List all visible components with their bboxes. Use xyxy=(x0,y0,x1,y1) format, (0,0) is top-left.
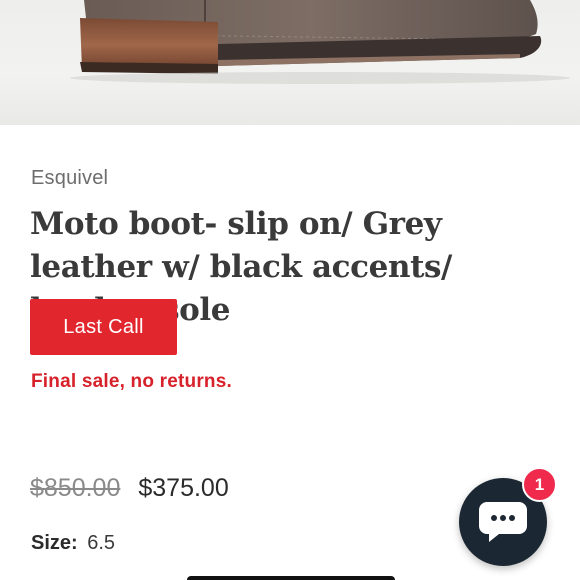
last-call-badge: Last Call xyxy=(30,299,177,355)
size-row: Size: 6.5 xyxy=(31,532,115,555)
product-image[interactable] xyxy=(0,0,580,125)
chat-unread-badge: 1 xyxy=(522,467,557,502)
sale-price: $375.00 xyxy=(138,474,229,502)
price-row: $850.00 $375.00 xyxy=(30,474,229,503)
brand-name[interactable]: Esquivel xyxy=(31,167,108,190)
final-sale-note: Final sale, no returns. xyxy=(31,371,232,392)
home-indicator[interactable] xyxy=(187,576,395,580)
chat-bubble-icon xyxy=(479,502,527,542)
size-label: Size: xyxy=(31,532,78,554)
boot-illustration xyxy=(70,0,570,84)
original-price: $850.00 xyxy=(30,474,121,502)
size-value: 6.5 xyxy=(87,532,116,554)
